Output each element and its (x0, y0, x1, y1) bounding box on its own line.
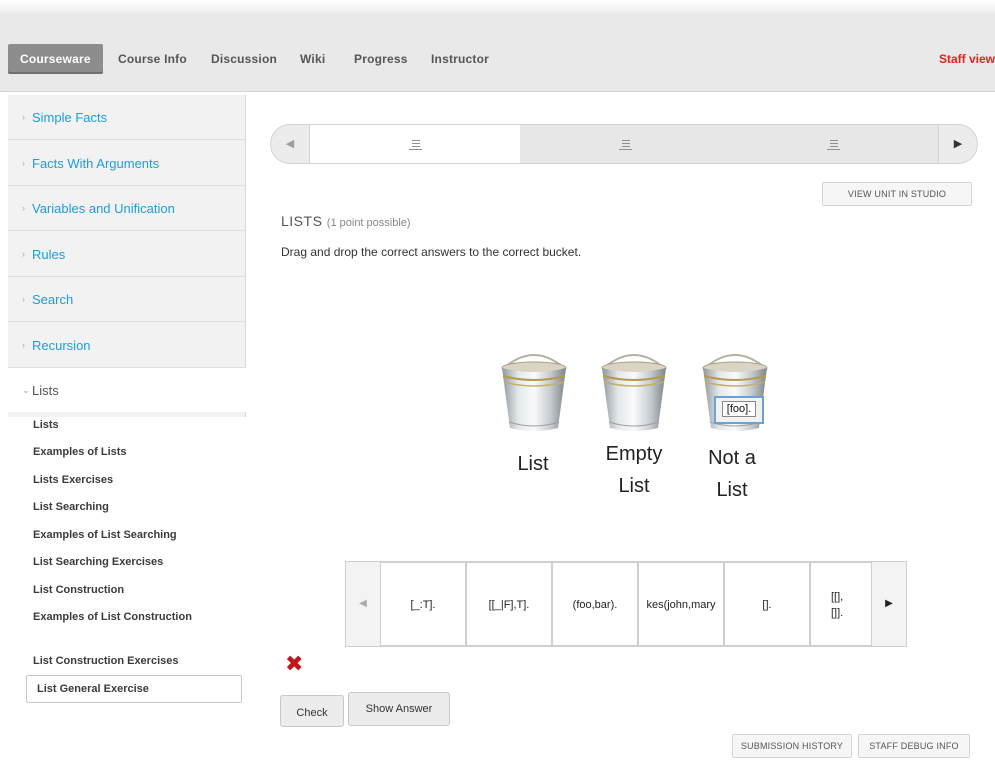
bucket-icon (496, 350, 572, 432)
chapter-recursion[interactable]: › Recursion (8, 323, 246, 368)
option-item[interactable]: []. (724, 562, 810, 646)
show-answer-button[interactable]: Show Answer (348, 692, 450, 726)
lists-sections: Lists Examples of Lists Lists Exercises … (8, 417, 246, 784)
bucket-icon (596, 350, 672, 432)
option-item[interactable]: (foo,bar). (552, 562, 638, 646)
section-examples-of-list-searching[interactable]: Examples of List Searching (33, 527, 177, 543)
sequence-item-3[interactable] (728, 125, 938, 163)
submission-history-button[interactable]: SUBMISSION HISTORY (732, 734, 852, 758)
section-examples-of-list-construction[interactable]: Examples of List Construction (33, 609, 213, 625)
bucket-label-empty-list: Empty List (605, 443, 663, 497)
chevron-right-icon: › (22, 158, 25, 168)
section-list-construction[interactable]: List Construction (33, 582, 124, 598)
sequence-item-2[interactable] (520, 125, 730, 163)
chevron-left-icon: ◀ (285, 138, 295, 150)
sequence-next-button[interactable]: ▶ (938, 124, 978, 164)
top-shadow (0, 0, 995, 14)
chevron-right-icon: › (22, 340, 25, 350)
section-list-general-exercise[interactable]: List General Exercise (26, 675, 242, 703)
bucket-label-list: List (517, 453, 549, 475)
options-palette: ◀ [_:T]. [[_|F],T]. (foo,bar). kes(john,… (345, 561, 907, 647)
option-item[interactable]: kes(john,mary (638, 562, 724, 646)
section-list-searching-exercises[interactable]: List Searching Exercises (33, 554, 163, 570)
chapter-variables-and-unification[interactable]: › Variables and Unification (8, 186, 246, 231)
chevron-right-icon: › (22, 294, 25, 304)
section-list-construction-exercises[interactable]: List Construction Exercises (33, 653, 179, 669)
tab-courseware[interactable]: Courseware (8, 44, 103, 74)
section-list-searching[interactable]: List Searching (33, 499, 109, 515)
list-icon (408, 140, 422, 151)
list-icon (618, 140, 632, 151)
sequence-bar (310, 124, 938, 164)
chevron-right-icon: › (22, 249, 25, 259)
sequence-item-1[interactable] (310, 125, 520, 163)
tab-wiki[interactable]: Wiki (300, 44, 325, 74)
tab-progress[interactable]: Progress (354, 44, 408, 74)
section-lists-exercises[interactable]: Lists Exercises (33, 472, 113, 488)
chapter-lists[interactable]: ⌄ Lists (8, 368, 246, 412)
incorrect-x-icon: ✖ (285, 651, 304, 676)
list-icon (826, 140, 840, 151)
check-button[interactable]: Check (280, 695, 344, 727)
tab-discussion[interactable]: Discussion (211, 44, 277, 74)
problem-instructions: Drag and drop the correct answers to the… (281, 245, 582, 259)
dropped-answer[interactable]: [foo]. (714, 396, 764, 424)
staff-view-toggle[interactable]: Staff view (939, 44, 995, 74)
chevron-right-icon: ▶ (953, 138, 963, 150)
bucket-label-not-a-list: Not a List (708, 447, 756, 501)
tab-instructor[interactable]: Instructor (431, 44, 489, 74)
chevron-down-icon: ⌄ (22, 385, 30, 395)
problem-title: LISTS (1 point possible) (281, 213, 411, 229)
sequence-nav: ◀ ▶ (270, 124, 978, 164)
chevron-left-icon: ◀ (359, 598, 367, 609)
tab-course-info[interactable]: Course Info (118, 44, 187, 74)
sequence-prev-button[interactable]: ◀ (270, 124, 310, 164)
course-nav: Courseware Course Info Discussion Wiki P… (0, 14, 995, 92)
bucket-list[interactable] (496, 350, 572, 432)
option-item[interactable]: [[_|F],T]. (466, 562, 552, 646)
problem-points: (1 point possible) (326, 217, 411, 229)
chapter-simple-facts[interactable]: › Simple Facts (8, 95, 246, 140)
staff-debug-info-button[interactable]: STAFF DEBUG INFO (858, 734, 970, 758)
section-examples-of-lists[interactable]: Examples of Lists (33, 444, 127, 460)
chapter-search[interactable]: › Search (8, 277, 246, 322)
chevron-right-icon: › (22, 112, 25, 122)
option-item[interactable]: [[], []]. (810, 562, 872, 646)
chevron-right-icon: ▶ (885, 598, 893, 609)
palette-next-button[interactable]: ▶ (872, 562, 906, 646)
section-lists[interactable]: Lists (33, 417, 59, 433)
chapter-facts-with-arguments[interactable]: › Facts With Arguments (8, 141, 246, 186)
view-unit-in-studio-button[interactable]: VIEW UNIT IN STUDIO (822, 182, 972, 206)
chevron-right-icon: › (22, 203, 25, 213)
bucket-empty-list[interactable] (596, 350, 672, 432)
palette-prev-button[interactable]: ◀ (346, 562, 380, 646)
option-item[interactable]: [_:T]. (380, 562, 466, 646)
chapter-rules[interactable]: › Rules (8, 232, 246, 277)
course-sidebar: › Simple Facts › Facts With Arguments › Var… (8, 95, 246, 784)
